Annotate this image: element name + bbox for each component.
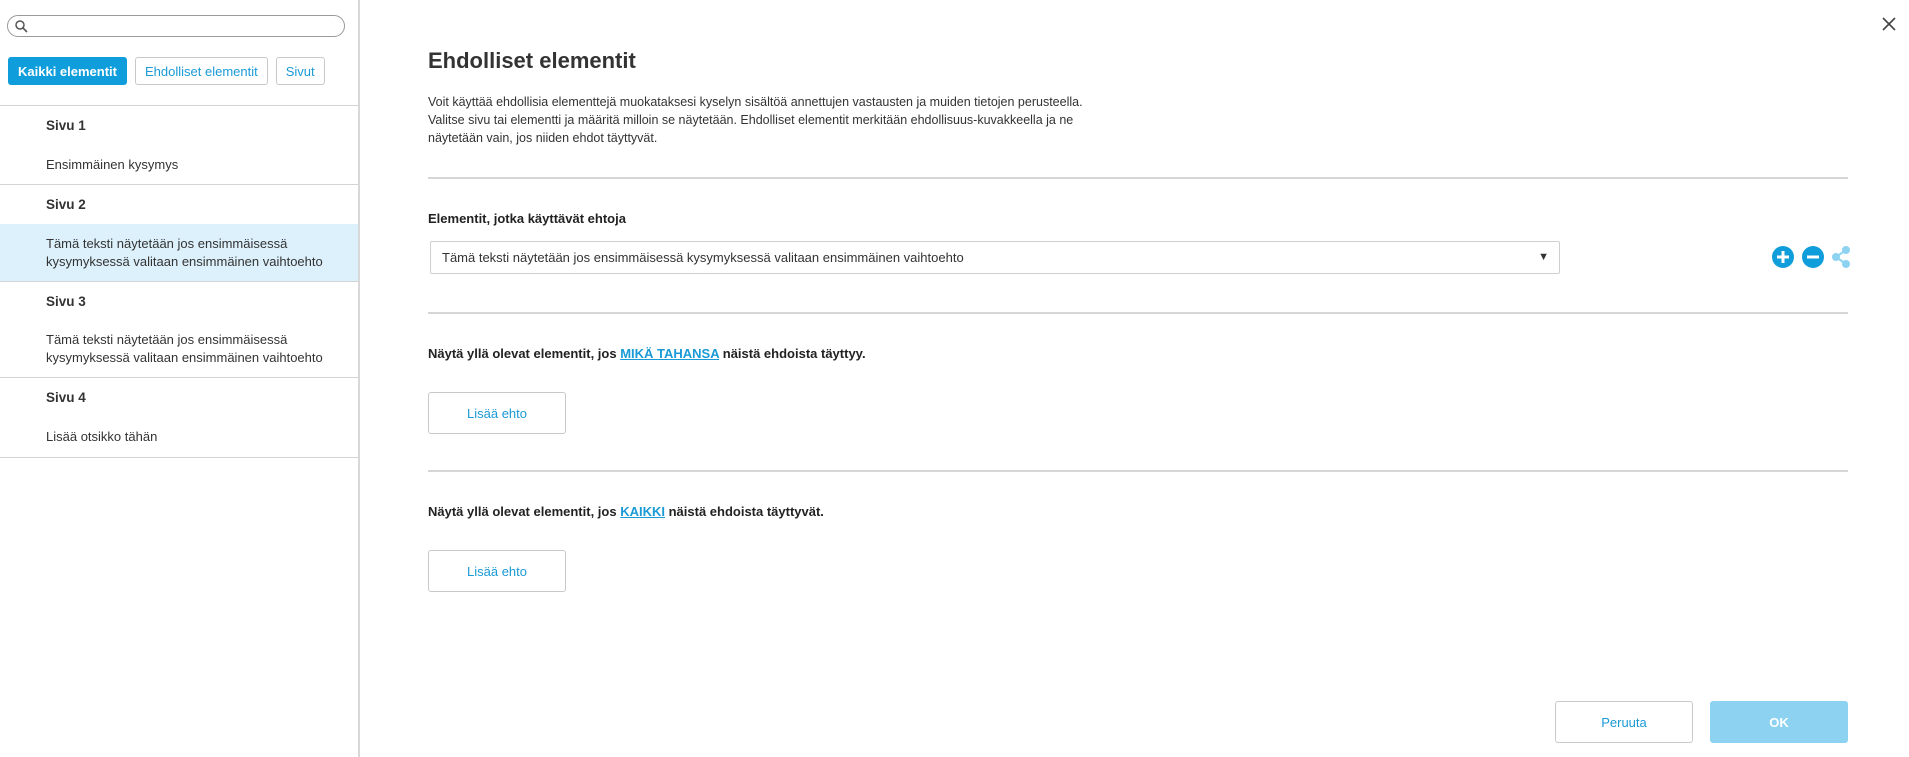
search-field[interactable] bbox=[7, 15, 345, 37]
any-condition-suffix: näistä ehdoista täyttyy. bbox=[719, 346, 866, 361]
share-icon[interactable] bbox=[1831, 245, 1851, 269]
nav-item-label-line-1: Tämä teksti näytetään jos ensimmäisessä bbox=[46, 235, 288, 251]
filter-conditional-elements-button[interactable]: Ehdolliset elementit bbox=[135, 57, 268, 85]
nav-page-1[interactable]: Sivu 1 bbox=[0, 105, 358, 145]
description: Voit käyttää ehdollisia elementtejä muok… bbox=[428, 93, 1148, 147]
description-line: Voit käyttää ehdollisia elementtejä muok… bbox=[428, 95, 1083, 109]
nav-page-2[interactable]: Sivu 2 bbox=[0, 184, 358, 224]
all-condition-label: Näytä yllä olevat elementit, jos KAIKKI … bbox=[428, 504, 824, 519]
nav-item-label: Lisää otsikko tähän bbox=[46, 429, 158, 444]
add-circle-icon[interactable] bbox=[1771, 245, 1795, 269]
nav-item[interactable]: Lisää otsikko tähän bbox=[0, 417, 358, 457]
any-condition-label: Näytä yllä olevat elementit, jos MIKÄ TA… bbox=[428, 346, 866, 361]
all-condition-link[interactable]: KAIKKI bbox=[620, 504, 665, 519]
nav-item-label: Ensimmäinen kysymys bbox=[46, 156, 179, 172]
element-actions bbox=[1771, 245, 1851, 269]
nav-divider bbox=[0, 457, 358, 458]
nav-page-label: Sivu 1 bbox=[46, 117, 86, 133]
description-line: näytetään vain, jos niiden ehdot täyttyv… bbox=[428, 131, 658, 145]
divider bbox=[428, 470, 1848, 472]
all-condition-prefix: Näytä yllä olevat elementit, jos bbox=[428, 504, 621, 519]
nav-page-3[interactable]: Sivu 3 bbox=[0, 281, 358, 321]
search-icon bbox=[15, 20, 28, 33]
divider bbox=[428, 312, 1848, 314]
close-icon[interactable] bbox=[1880, 15, 1898, 33]
main-panel: Ehdolliset elementit Voit käyttää ehdoll… bbox=[428, 0, 1851, 757]
any-condition-prefix: Näytä yllä olevat elementit, jos bbox=[428, 346, 621, 361]
nav-page-label: Sivu 3 bbox=[46, 293, 86, 309]
add-condition-button[interactable]: Lisää ehto bbox=[428, 392, 566, 434]
dropdown-arrow-icon: ▼ bbox=[1538, 251, 1549, 263]
nav-page-label: Sivu 4 bbox=[46, 389, 86, 405]
description-line: Valitse sivu tai elementti ja määritä mi… bbox=[428, 113, 1074, 127]
add-condition-button[interactable]: Lisää ehto bbox=[428, 550, 566, 592]
nav-item-label-line-2: kysymyksessä valitaan ensimmäinen vaihto… bbox=[46, 253, 323, 269]
page-title: Ehdolliset elementit bbox=[428, 48, 636, 73]
divider bbox=[428, 177, 1848, 179]
nav-page-4[interactable]: Sivu 4 bbox=[0, 377, 358, 417]
element-tree: Sivu 1 Ensimmäinen kysymys Sivu 2 Tämä t… bbox=[0, 105, 358, 458]
elements-label: Elementit, jotka käyttävät ehtoja bbox=[428, 211, 626, 226]
element-select[interactable]: Tämä teksti näytetään jos ensimmäisessä … bbox=[430, 241, 1560, 274]
element-select-value: Tämä teksti näytetään jos ensimmäisessä … bbox=[442, 250, 964, 265]
filter-all-elements-button[interactable]: Kaikki elementit bbox=[8, 57, 127, 85]
remove-circle-icon[interactable] bbox=[1801, 245, 1825, 269]
search-input[interactable] bbox=[34, 18, 338, 36]
nav-item-label-line-1: Tämä teksti näytetään jos ensimmäisessä bbox=[46, 332, 288, 347]
filter-buttons: Kaikki elementit Ehdolliset elementit Si… bbox=[8, 57, 325, 85]
nav-item-label-line-2: kysymyksessä valitaan ensimmäinen vaihto… bbox=[46, 350, 323, 365]
all-condition-suffix: näistä ehdoista täyttyvät. bbox=[664, 504, 824, 519]
cancel-button[interactable]: Peruuta bbox=[1555, 701, 1693, 743]
nav-item[interactable]: Ensimmäinen kysymys bbox=[0, 145, 358, 184]
ok-button[interactable]: OK bbox=[1710, 701, 1848, 743]
nav-item-selected[interactable]: Tämä teksti näytetään jos ensimmäisessä … bbox=[0, 224, 358, 281]
any-condition-link[interactable]: MIKÄ TAHANSA bbox=[620, 346, 719, 361]
sidebar: Kaikki elementit Ehdolliset elementit Si… bbox=[0, 0, 360, 757]
filter-pages-button[interactable]: Sivut bbox=[275, 57, 325, 85]
nav-item[interactable]: Tämä teksti näytetään jos ensimmäisessä … bbox=[0, 321, 358, 377]
nav-page-label: Sivu 2 bbox=[46, 196, 86, 212]
